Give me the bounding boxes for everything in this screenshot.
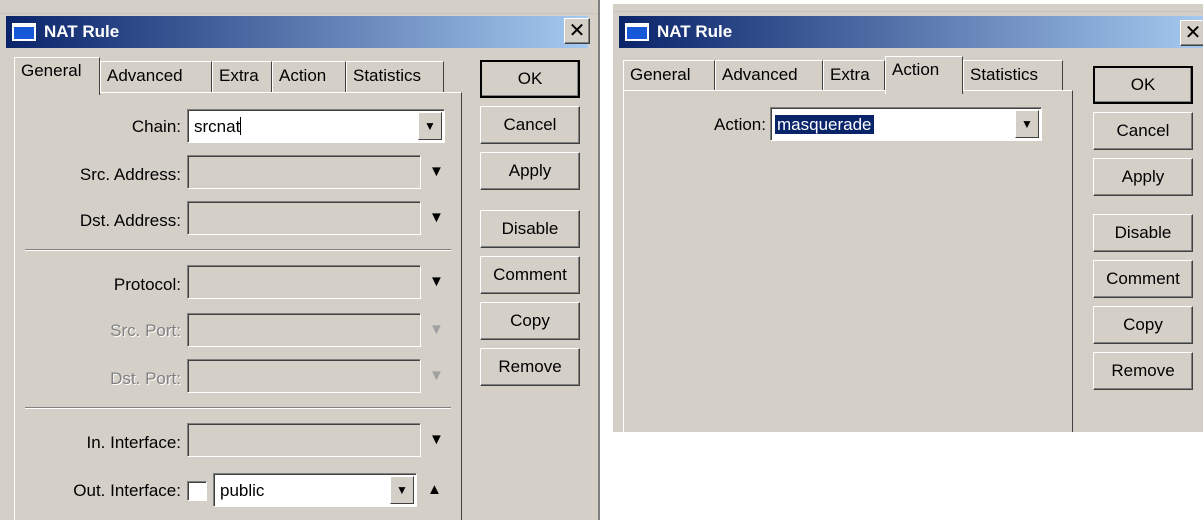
dst-address-field[interactable]: [187, 201, 421, 235]
src-address-field[interactable]: [187, 155, 421, 189]
chain-select[interactable]: srcnat ▼: [187, 109, 445, 143]
window-top-edge: [613, 4, 1203, 12]
src-port-expand-icon: ▼: [429, 321, 444, 338]
title-bar[interactable]: NAT Rule: [6, 16, 588, 48]
action-label: Action:: [714, 115, 766, 134]
out-interface-dropdown-icon[interactable]: ▼: [390, 476, 414, 504]
dst-port-expand-icon: ▼: [429, 367, 444, 384]
in-interface-label: In. Interface:: [86, 433, 182, 452]
tab-advanced[interactable]: Advanced: [100, 61, 212, 93]
copy-button[interactable]: Copy: [1093, 306, 1193, 344]
tab-advanced[interactable]: Advanced: [715, 60, 823, 92]
protocol-field[interactable]: [187, 265, 421, 299]
dst-port-label: Dst. Port:: [110, 369, 181, 388]
chain-label: Chain:: [131, 117, 181, 136]
action-dropdown-icon[interactable]: ▼: [1015, 110, 1039, 138]
src-port-field: [187, 313, 421, 347]
action-value: masquerade: [775, 115, 874, 134]
comment-button[interactable]: Comment: [1093, 260, 1193, 298]
out-interface-collapse-icon[interactable]: ▲: [427, 473, 442, 507]
ok-button[interactable]: OK: [480, 60, 580, 98]
remove-button[interactable]: Remove: [1093, 352, 1193, 390]
cancel-button[interactable]: Cancel: [480, 106, 580, 144]
out-interface-row: Out. Interface:: [15, 473, 181, 507]
out-interface-select[interactable]: public ▼: [213, 473, 417, 507]
dst-port-row: Dst. Port:: [15, 361, 181, 395]
tab-general[interactable]: General: [14, 57, 100, 95]
chain-value-wrap: srcnat: [194, 117, 242, 137]
window-app-icon: [12, 23, 36, 41]
tab-general[interactable]: General: [623, 60, 715, 92]
src-port-label: Src. Port:: [110, 321, 181, 340]
nat-rule-window-general: NAT Rule ✕ General Advanced Extra Action…: [0, 0, 600, 520]
cancel-button[interactable]: Cancel: [1093, 112, 1193, 150]
protocol-label: Protocol:: [113, 275, 181, 294]
disable-button[interactable]: Disable: [1093, 214, 1193, 252]
chain-dropdown-icon[interactable]: ▼: [418, 112, 442, 140]
tab-extra[interactable]: Extra: [823, 60, 885, 92]
tab-statistics[interactable]: Statistics: [346, 61, 444, 93]
in-interface-expand-icon[interactable]: ▼: [429, 423, 444, 457]
in-interface-field[interactable]: [187, 423, 421, 457]
text-caret: [240, 117, 242, 135]
tab-action[interactable]: Action: [272, 61, 346, 93]
comment-button[interactable]: Comment: [480, 256, 580, 294]
protocol-row: Protocol:: [15, 267, 181, 301]
out-interface-invert-checkbox[interactable]: [187, 481, 207, 501]
tab-extra[interactable]: Extra: [212, 61, 272, 93]
nat-rule-window-action: NAT Rule ✕ General Advanced Extra Action…: [613, 4, 1203, 432]
dst-port-field: [187, 359, 421, 393]
window-title: NAT Rule: [44, 22, 120, 41]
copy-button[interactable]: Copy: [480, 302, 580, 340]
general-tab-panel: Chain: srcnat ▼ Src. Address: ▼ Dst. Add…: [14, 92, 462, 520]
out-interface-label: Out. Interface:: [73, 481, 181, 500]
out-interface-value: public: [220, 481, 265, 500]
protocol-expand-icon[interactable]: ▼: [429, 265, 444, 299]
apply-button[interactable]: Apply: [480, 152, 580, 190]
src-address-row: Src. Address:: [15, 157, 181, 191]
separator: [25, 407, 451, 409]
src-address-label: Src. Address:: [79, 165, 181, 184]
remove-button[interactable]: Remove: [480, 348, 580, 386]
close-icon[interactable]: ✕: [564, 18, 590, 44]
apply-button[interactable]: Apply: [1093, 158, 1193, 196]
in-interface-row: In. Interface:: [15, 425, 182, 459]
ok-button[interactable]: OK: [1093, 66, 1193, 104]
dst-address-label: Dst. Address:: [79, 211, 181, 230]
src-address-expand-icon[interactable]: ▼: [429, 155, 444, 189]
action-value-wrap: masquerade: [775, 115, 874, 135]
window-app-icon: [625, 23, 649, 41]
chain-value: srcnat: [194, 117, 241, 136]
chain-label-row: Chain:: [15, 109, 181, 143]
separator: [25, 249, 451, 251]
window-title: NAT Rule: [657, 22, 733, 41]
disable-button[interactable]: Disable: [480, 210, 580, 248]
close-icon[interactable]: ✕: [1180, 20, 1203, 46]
dst-address-expand-icon[interactable]: ▼: [429, 201, 444, 235]
src-port-row: Src. Port:: [15, 313, 181, 347]
tab-action[interactable]: Action: [885, 56, 963, 94]
title-bar[interactable]: NAT Rule: [619, 16, 1203, 48]
window-top-edge: [0, 0, 598, 14]
dst-address-row: Dst. Address:: [15, 203, 181, 237]
action-tab-panel: Action: masquerade ▼: [623, 90, 1073, 432]
tab-statistics[interactable]: Statistics: [963, 60, 1063, 92]
action-label-row: Action:: [624, 107, 766, 141]
action-select[interactable]: masquerade ▼: [770, 107, 1042, 141]
